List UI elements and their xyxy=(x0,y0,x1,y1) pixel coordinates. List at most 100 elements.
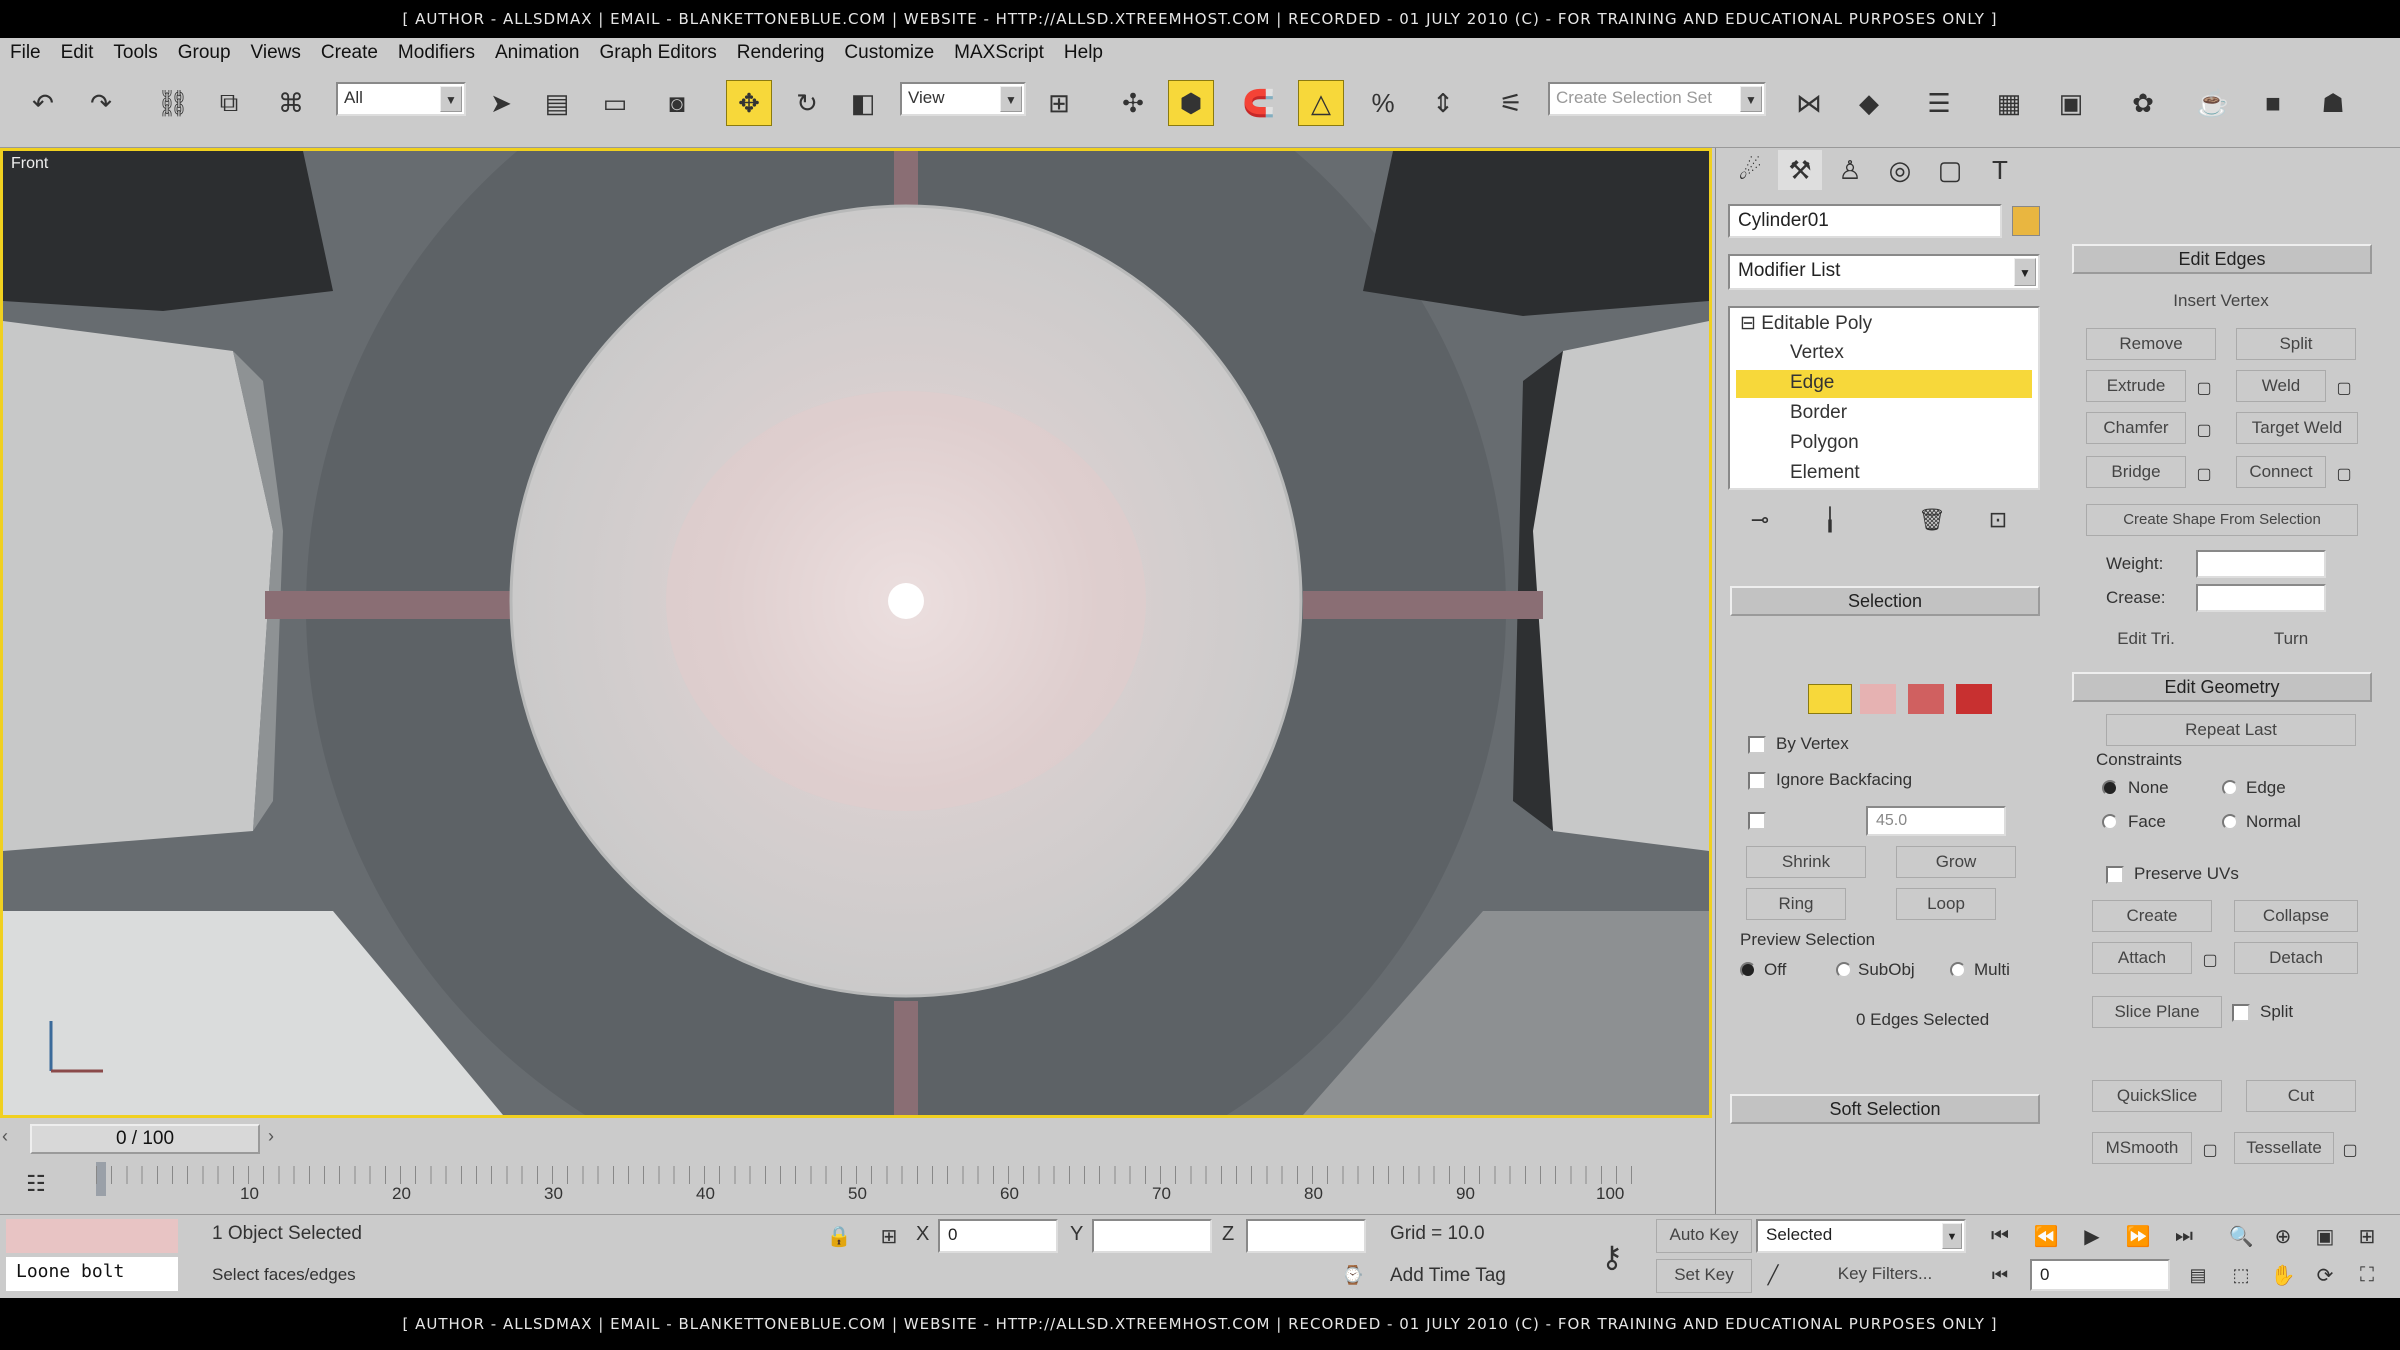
selection-rollout-header[interactable]: Selection xyxy=(1730,586,2040,616)
ring-button[interactable]: Ring xyxy=(1746,888,1846,920)
redo-icon[interactable]: ↷ xyxy=(78,80,124,126)
collapse-button[interactable]: Collapse xyxy=(2234,900,2358,932)
bind-space-warp-icon[interactable]: ⌘ xyxy=(268,80,314,126)
weld-button[interactable]: Weld xyxy=(2236,370,2326,402)
select-by-name-icon[interactable]: ▤ xyxy=(534,80,580,126)
configure-modifier-sets-icon[interactable]: ⊡ xyxy=(1978,500,2018,540)
quickslice-button[interactable]: QuickSlice xyxy=(2092,1080,2222,1112)
bridge-button[interactable]: Bridge xyxy=(2086,456,2186,488)
keyboard-shortcut-override-icon[interactable]: ⬢ xyxy=(1168,80,1214,126)
menu-animation[interactable]: Animation xyxy=(495,42,580,64)
shrink-button[interactable]: Shrink xyxy=(1746,846,1866,878)
attach-button[interactable]: Attach xyxy=(2092,942,2192,974)
by-angle-checkbox[interactable] xyxy=(1748,812,1766,830)
ignore-backfacing-checkbox[interactable] xyxy=(1748,772,1766,790)
window-crossing-icon[interactable]: ◙ xyxy=(654,80,700,126)
motion-tab-icon[interactable]: ◎ xyxy=(1878,150,1922,190)
edit-edges-rollout-header[interactable]: Edit Edges xyxy=(2072,244,2372,274)
time-slider[interactable]: ‹ 0 / 100 › xyxy=(0,1118,1712,1158)
msmooth-button[interactable]: MSmooth xyxy=(2092,1132,2192,1164)
stack-item-edge[interactable]: Edge xyxy=(1790,372,1834,394)
edit-tri-button[interactable]: Edit Tri. xyxy=(2086,624,2206,656)
go-to-end-icon[interactable]: ⏭ xyxy=(2164,1219,2204,1253)
vertex-mode-icon[interactable] xyxy=(1808,684,1852,714)
previous-frame-icon[interactable]: ⏪ xyxy=(2026,1219,2066,1253)
z-coordinate-field[interactable] xyxy=(1246,1219,1366,1253)
menu-graph-editors[interactable]: Graph Editors xyxy=(600,42,717,64)
curve-editor-icon[interactable]: ▦ xyxy=(1986,80,2032,126)
menu-edit[interactable]: Edit xyxy=(61,42,94,64)
tessellate-settings-icon[interactable]: ▢ xyxy=(2336,1136,2364,1164)
crease-spinner[interactable] xyxy=(2196,584,2326,612)
material-editor-icon[interactable]: ✿ xyxy=(2120,80,2166,126)
slice-plane-button[interactable]: Slice Plane xyxy=(2092,996,2222,1028)
schematic-view-icon[interactable]: ▣ xyxy=(2048,80,2094,126)
by-vertex-checkbox[interactable] xyxy=(1748,736,1766,754)
reference-coordinate-dropdown[interactable]: View ▼ xyxy=(900,82,1026,116)
constraint-face-radio[interactable] xyxy=(2102,814,2118,830)
border-mode-icon[interactable] xyxy=(1908,684,1944,714)
repeat-last-button[interactable]: Repeat Last xyxy=(2106,714,2356,746)
msmooth-settings-icon[interactable]: ▢ xyxy=(2196,1136,2224,1164)
front-viewport[interactable]: Front xyxy=(0,148,1712,1118)
select-manipulate-icon[interactable]: ✣ xyxy=(1110,80,1156,126)
time-slider-thumb[interactable]: 0 / 100 xyxy=(30,1124,260,1154)
insert-vertex-button[interactable]: Insert Vertex xyxy=(2136,286,2306,318)
pan-view-icon[interactable]: ✋ xyxy=(2264,1259,2302,1291)
select-and-rotate-icon[interactable]: ↻ xyxy=(784,80,830,126)
polygon-mode-icon[interactable] xyxy=(1956,684,1992,714)
remove-button[interactable]: Remove xyxy=(2086,328,2216,360)
constraint-edge-radio[interactable] xyxy=(2222,780,2238,796)
play-icon[interactable]: ▶ xyxy=(2072,1219,2112,1253)
maxscript-listener-bottom[interactable]: Loone bolt xyxy=(6,1257,178,1291)
create-button[interactable]: Create xyxy=(2092,900,2212,932)
weld-settings-icon[interactable]: ▢ xyxy=(2330,374,2358,402)
stack-item-border[interactable]: Border xyxy=(1790,402,1847,424)
display-tab-icon[interactable]: ▢ xyxy=(1928,150,1972,190)
zoom-icon[interactable]: 🔍 xyxy=(2222,1219,2260,1253)
current-frame-field[interactable]: 0 xyxy=(2030,1259,2170,1291)
stack-item-element[interactable]: Element xyxy=(1790,462,1860,484)
weight-spinner[interactable] xyxy=(2196,550,2326,578)
object-color-swatch[interactable] xyxy=(2012,206,2040,236)
next-frame-icon[interactable]: ⏩ xyxy=(2118,1219,2158,1253)
set-key-mode-icon[interactable]: ⚷ xyxy=(1584,1235,1640,1279)
mirror-icon[interactable]: ⋈ xyxy=(1786,80,1832,126)
selected-set-dropdown[interactable]: Selected ▼ xyxy=(1756,1219,1966,1253)
undo-icon[interactable]: ↶ xyxy=(20,80,66,126)
viewport-label[interactable]: Front xyxy=(11,155,48,173)
remove-modifier-icon[interactable]: 🗑 xyxy=(1912,500,1952,540)
extrude-button[interactable]: Extrude xyxy=(2086,370,2186,402)
snap-toggle-icon[interactable]: 🧲 xyxy=(1236,80,1282,126)
render-frame-icon[interactable]: ■ xyxy=(2250,80,2296,126)
key-filter-icon[interactable]: ╱ xyxy=(1756,1259,1790,1291)
maxscript-listener-top[interactable] xyxy=(6,1219,178,1253)
menu-maxscript[interactable]: MAXScript xyxy=(954,42,1044,64)
zoom-region-icon[interactable]: ⬚ xyxy=(2222,1259,2260,1291)
menu-tools[interactable]: Tools xyxy=(113,42,157,64)
select-link-icon[interactable]: ⛓ xyxy=(150,80,196,126)
selection-filter-dropdown[interactable]: All ▼ xyxy=(336,82,466,116)
absolute-mode-icon[interactable]: ⊞ xyxy=(872,1219,906,1253)
detach-button[interactable]: Detach xyxy=(2234,942,2358,974)
object-name-field[interactable]: Cylinder01 xyxy=(1728,204,2002,238)
create-shape-button[interactable]: Create Shape From Selection xyxy=(2086,504,2358,536)
select-object-icon[interactable]: ➤ xyxy=(478,80,524,126)
slice-split-checkbox[interactable] xyxy=(2232,1004,2250,1022)
key-mode-toggle-icon[interactable]: ⏮ xyxy=(1980,1259,2020,1291)
modify-tab-icon[interactable]: ⚒ xyxy=(1778,150,1822,190)
time-next-arrow-icon[interactable]: › xyxy=(268,1126,292,1152)
track-bar[interactable]: ☷ 10 20 30 40 50 60 70 80 90 100 xyxy=(0,1158,1712,1214)
spinner-snap-icon[interactable]: ⇕ xyxy=(1420,80,1466,126)
connect-button[interactable]: Connect xyxy=(2236,456,2326,488)
stack-root-item[interactable]: ⊟ Editable Poly xyxy=(1740,312,1872,335)
key-filters-button[interactable]: Key Filters... xyxy=(1810,1259,1960,1293)
preview-subobj-radio[interactable] xyxy=(1836,962,1852,978)
menu-create[interactable]: Create xyxy=(321,42,378,64)
hierarchy-tab-icon[interactable]: ♙ xyxy=(1828,150,1872,190)
time-tag-icon[interactable]: ⌚ xyxy=(1336,1259,1370,1291)
turn-button[interactable]: Turn xyxy=(2236,624,2346,656)
split-button[interactable]: Split xyxy=(2236,328,2356,360)
quick-render-icon[interactable]: ☗ xyxy=(2310,80,2356,126)
menu-customize[interactable]: Customize xyxy=(844,42,934,64)
